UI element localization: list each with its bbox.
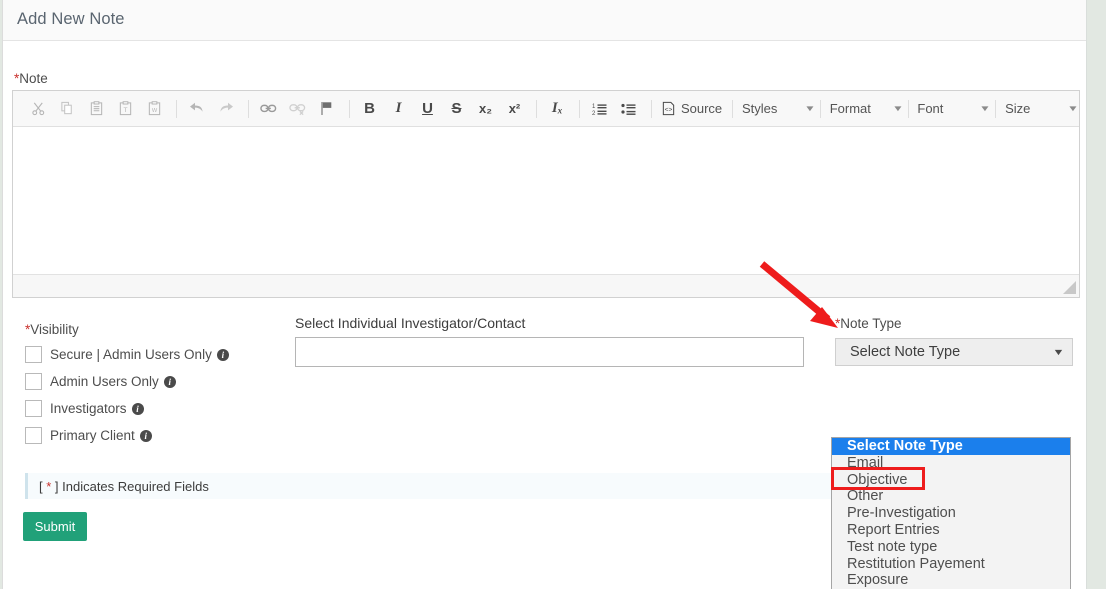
visibility-label: *Visibility — [25, 322, 79, 337]
font-dropdown-label: Font — [917, 101, 944, 116]
checkbox-row-investigators[interactable]: Investigators i — [25, 399, 144, 417]
editor-content-area[interactable] — [13, 127, 1079, 275]
checkbox-secure-admin-users-only[interactable] — [25, 345, 42, 363]
note-type-option-report-entries[interactable]: Report Entries — [832, 522, 1070, 539]
bold-button[interactable]: B — [358, 97, 380, 121]
note-type-option-select-note-type[interactable]: Select Note Type — [832, 438, 1070, 455]
bulleted-list-button[interactable] — [618, 97, 640, 121]
toolbar-separator — [907, 99, 909, 118]
toolbar-separator — [579, 99, 581, 118]
toolbar-separator — [348, 99, 350, 118]
source-button[interactable]: <> Source — [661, 101, 722, 116]
editor-toolbar: T W B I U S x₂ x² Iₓ 1 2 <> Source Style… — [13, 91, 1079, 127]
page-root: Add New Note *Note T W B I U S x₂ x² Iₓ … — [0, 0, 1106, 589]
undo-icon[interactable] — [186, 97, 208, 121]
checkbox-label: Admin Users Only i — [50, 374, 176, 389]
checkbox-row-secure-admin-users-only[interactable]: Secure | Admin Users Only i — [25, 345, 229, 363]
paste-word-icon[interactable]: W — [143, 97, 165, 121]
svg-text:T: T — [123, 107, 127, 114]
svg-text:2: 2 — [592, 111, 596, 116]
superscript-button[interactable]: x² — [503, 97, 525, 121]
checkbox-row-admin-users-only[interactable]: Admin Users Only i — [25, 372, 176, 390]
info-icon[interactable]: i — [131, 402, 144, 415]
copy-icon[interactable] — [56, 97, 78, 121]
toolbar-separator — [819, 99, 821, 118]
toolbar-separator — [651, 99, 652, 118]
checkbox-label: Primary Client i — [50, 428, 152, 443]
submit-button[interactable]: Submit — [23, 512, 87, 541]
note-type-option-pre-investigation[interactable]: Pre-Investigation — [832, 505, 1070, 522]
rich-text-editor: T W B I U S x₂ x² Iₓ 1 2 <> Source Style… — [12, 90, 1080, 298]
toolbar-separator — [732, 99, 733, 118]
strikethrough-button[interactable]: S — [445, 97, 467, 121]
svg-text:W: W — [151, 108, 157, 114]
note-type-selected-value: Select Note Type — [850, 344, 961, 360]
investigator-label: Select Individual Investigator/Contact — [295, 315, 526, 331]
styles-dropdown-label: Styles — [742, 101, 778, 116]
source-label: Source — [680, 101, 723, 116]
note-type-option-exposure[interactable]: Exposure — [832, 572, 1070, 589]
visibility-label-text: Visibility — [30, 322, 79, 337]
note-type-option-objective[interactable]: Objective — [832, 472, 1070, 489]
chevron-down-icon: ▼ — [1067, 104, 1079, 113]
size-dropdown-label: Size — [1005, 101, 1031, 116]
unlink-icon[interactable] — [287, 97, 309, 121]
size-dropdown[interactable]: Size ▼ — [1005, 98, 1079, 120]
svg-text:1: 1 — [592, 104, 596, 110]
note-label-text: Note — [19, 71, 48, 86]
format-dropdown[interactable]: Format ▼ — [829, 98, 904, 120]
cut-icon[interactable] — [27, 97, 49, 121]
checkbox-admin-users-only[interactable] — [25, 372, 42, 390]
checkbox-investigators[interactable] — [25, 399, 42, 417]
checkbox-row-primary-client[interactable]: Primary Client i — [25, 426, 152, 444]
numbered-list-button[interactable]: 12 — [589, 97, 611, 121]
redo-icon[interactable] — [215, 97, 237, 121]
subscript-button[interactable]: x₂ — [474, 97, 496, 121]
toolbar-separator — [536, 99, 538, 118]
styles-dropdown[interactable]: Styles ▼ — [742, 98, 816, 120]
note-type-select[interactable]: Select Note Type ▼ — [835, 338, 1073, 366]
info-icon[interactable]: i — [216, 348, 229, 361]
required-fields-text: [ * ] Indicates Required Fields — [39, 478, 209, 494]
toolbar-separator — [247, 99, 249, 118]
toolbar-separator — [176, 99, 177, 118]
panel-header: Add New Note — [3, 0, 1086, 41]
note-type-option-test-note-type[interactable]: Test note type — [832, 539, 1070, 556]
paste-text-icon[interactable]: T — [114, 97, 136, 121]
note-type-label: *Note Type — [835, 316, 902, 331]
anchor-flag-icon[interactable] — [316, 97, 338, 121]
paste-icon[interactable] — [85, 97, 107, 121]
svg-text:<>: <> — [665, 106, 673, 113]
investigator-input[interactable] — [295, 337, 804, 367]
chevron-down-icon: ▼ — [979, 104, 992, 113]
note-type-option-list[interactable]: Select Note Type Email Objective Other P… — [831, 437, 1071, 589]
checkbox-label: Secure | Admin Users Only i — [50, 347, 229, 362]
link-icon[interactable] — [258, 97, 280, 121]
note-field-label: *Note — [14, 71, 48, 86]
font-dropdown[interactable]: Font ▼ — [917, 98, 992, 120]
underline-button[interactable]: U — [416, 97, 438, 121]
toolbar-separator — [995, 99, 997, 118]
editor-footer — [13, 275, 1079, 297]
page-title: Add New Note — [17, 10, 125, 28]
italic-button[interactable]: I — [387, 97, 409, 121]
chevron-down-icon: ▼ — [891, 104, 904, 113]
note-type-label-text: Note Type — [840, 316, 902, 331]
info-icon[interactable]: i — [139, 429, 152, 442]
note-type-option-restitution-payement[interactable]: Restitution Payement — [832, 556, 1070, 573]
note-type-option-other[interactable]: Other — [832, 488, 1070, 505]
note-type-option-email[interactable]: Email — [832, 455, 1070, 472]
resize-grip-icon[interactable] — [1063, 281, 1076, 294]
remove-format-button[interactable]: Iₓ — [546, 97, 568, 121]
checkbox-label: Investigators i — [50, 401, 144, 416]
format-dropdown-label: Format — [829, 101, 871, 116]
checkbox-primary-client[interactable] — [25, 426, 42, 444]
chevron-down-icon: ▼ — [803, 104, 816, 113]
chevron-down-icon: ▼ — [1052, 347, 1065, 357]
info-icon[interactable]: i — [163, 375, 176, 388]
